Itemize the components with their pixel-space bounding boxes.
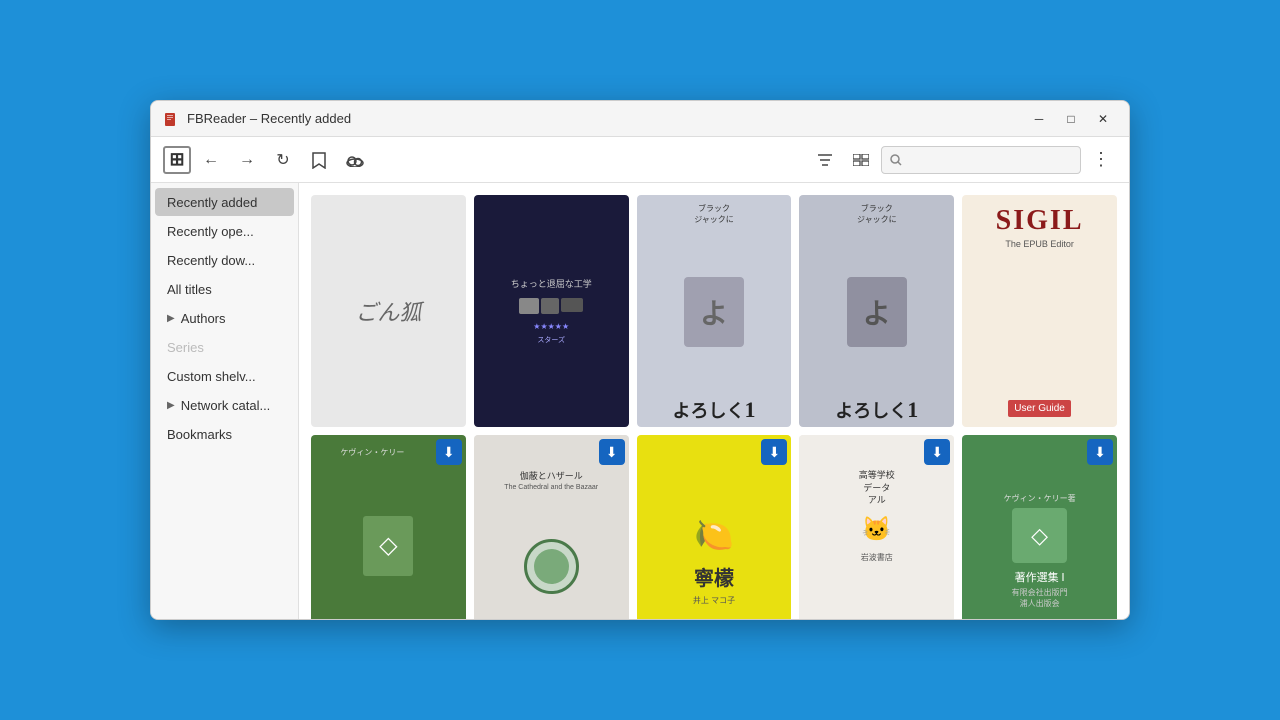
- book-card[interactable]: ⬇ 伽蔽とハザール The Cathedral and the Bazaar E…: [474, 435, 629, 619]
- sidebar-item-label: Custom shelv...: [167, 369, 256, 384]
- expand-arrow-icon: ▶: [167, 400, 175, 411]
- sidebar-item-recently-opened[interactable]: Recently ope...: [155, 217, 294, 245]
- cloud-button[interactable]: [339, 144, 371, 176]
- app-icon: [163, 111, 179, 127]
- book-card[interactable]: ブラックジャックに よ よろしく1: [799, 195, 954, 427]
- download-badge: ⬇: [924, 439, 950, 465]
- more-button[interactable]: ⋮: [1085, 144, 1117, 176]
- sidebar: Recently added Recently ope... Recently …: [151, 183, 299, 619]
- sidebar-item-series: Series: [155, 333, 294, 361]
- refresh-button[interactable]: ↻: [267, 144, 299, 176]
- window-controls: ─ □ ✕: [1025, 108, 1117, 130]
- search-input[interactable]: [908, 152, 1068, 167]
- download-badge: ⬇: [599, 439, 625, 465]
- book-cover: SIGIL The EPUB Editor User Guide: [962, 195, 1117, 427]
- sidebar-item-label: Recently ope...: [167, 224, 254, 239]
- sidebar-item-recently-downloaded[interactable]: Recently dow...: [155, 246, 294, 274]
- sidebar-item-authors[interactable]: ▶ Authors: [155, 304, 294, 332]
- book-card[interactable]: ブラックジャックに よ よろしく1: [637, 195, 792, 427]
- minimize-button[interactable]: ─: [1025, 108, 1053, 130]
- download-badge: ⬇: [1087, 439, 1113, 465]
- book-card[interactable]: ⬇ ケヴィン・ケリー著 ◇ 著作選集 Ⅰ 有限会社出版門浦人出版会: [962, 435, 1117, 619]
- sidebar-item-network-catalog[interactable]: ▶ Network catal...: [155, 391, 294, 419]
- maximize-button[interactable]: □: [1057, 108, 1085, 130]
- sidebar-item-label: Series: [167, 340, 204, 355]
- sidebar-item-label: All titles: [167, 282, 212, 297]
- book-cover: ブラックジャックに よ よろしく1: [799, 195, 954, 427]
- fbr-button[interactable]: ⊞: [163, 146, 191, 174]
- sidebar-item-bookmarks[interactable]: Bookmarks: [155, 420, 294, 448]
- book-cover: ごん狐: [311, 195, 466, 427]
- search-box[interactable]: [881, 146, 1081, 174]
- main-content: Recently added Recently ope... Recently …: [151, 183, 1129, 619]
- sidebar-item-label: Recently added: [167, 195, 257, 210]
- sidebar-item-custom-shelves[interactable]: Custom shelv...: [155, 362, 294, 390]
- sidebar-item-label: Network catal...: [181, 398, 271, 413]
- sidebar-item-label: Bookmarks: [167, 427, 232, 442]
- sidebar-item-label: Recently dow...: [167, 253, 255, 268]
- book-cover: ブラックジャックに よ よろしく1: [637, 195, 792, 427]
- window-title: FBReader – Recently added: [187, 111, 1017, 126]
- book-grid: ごん狐 ちょっと退屈な工学 ★★★★★ スターズ: [311, 195, 1117, 619]
- book-card[interactable]: ⬇ 🍋 寧檬 井上 マコ子: [637, 435, 792, 619]
- book-card[interactable]: ⬇ ケヴィン・ケリー ◇ 著作選集 ２ 浦人出版会: [311, 435, 466, 619]
- book-card[interactable]: ちょっと退屈な工学 ★★★★★ スターズ: [474, 195, 629, 427]
- title-bar: FBReader – Recently added ─ □ ✕: [151, 101, 1129, 137]
- book-cover: ⬇ 高等学校データアル 🐱 岩波書店: [799, 435, 954, 619]
- toolbar: ⊞ ← → ↻ ⋮: [151, 137, 1129, 183]
- sidebar-item-label: Authors: [181, 311, 226, 326]
- book-card[interactable]: SIGIL The EPUB Editor User Guide: [962, 195, 1117, 427]
- sidebar-item-all-titles[interactable]: All titles: [155, 275, 294, 303]
- search-icon: [890, 154, 902, 166]
- filter-button[interactable]: [809, 144, 841, 176]
- expand-arrow-icon: ▶: [167, 313, 175, 324]
- sidebar-item-recently-added[interactable]: Recently added: [155, 188, 294, 216]
- book-cover: ⬇ 🍋 寧檬 井上 マコ子: [637, 435, 792, 619]
- book-card[interactable]: ごん狐: [311, 195, 466, 427]
- book-cover: ⬇ 伽蔽とハザール The Cathedral and the Bazaar E…: [474, 435, 629, 619]
- forward-button[interactable]: →: [231, 144, 263, 176]
- book-grid-container: ごん狐 ちょっと退屈な工学 ★★★★★ スターズ: [299, 183, 1129, 619]
- bookmark-button[interactable]: [303, 144, 335, 176]
- back-button[interactable]: ←: [195, 144, 227, 176]
- book-cover: ⬇ ケヴィン・ケリー ◇ 著作選集 ２ 浦人出版会: [311, 435, 466, 619]
- book-card[interactable]: ⬇ 高等学校データアル 🐱 岩波書店: [799, 435, 954, 619]
- download-badge: ⬇: [761, 439, 787, 465]
- book-cover: ちょっと退屈な工学 ★★★★★ スターズ: [474, 195, 629, 427]
- view-mode-button[interactable]: [845, 144, 877, 176]
- close-button[interactable]: ✕: [1089, 108, 1117, 130]
- book-cover: ⬇ ケヴィン・ケリー著 ◇ 著作選集 Ⅰ 有限会社出版門浦人出版会: [962, 435, 1117, 619]
- app-window: FBReader – Recently added ─ □ ✕ ⊞ ← → ↻ …: [150, 100, 1130, 620]
- download-badge: ⬇: [436, 439, 462, 465]
